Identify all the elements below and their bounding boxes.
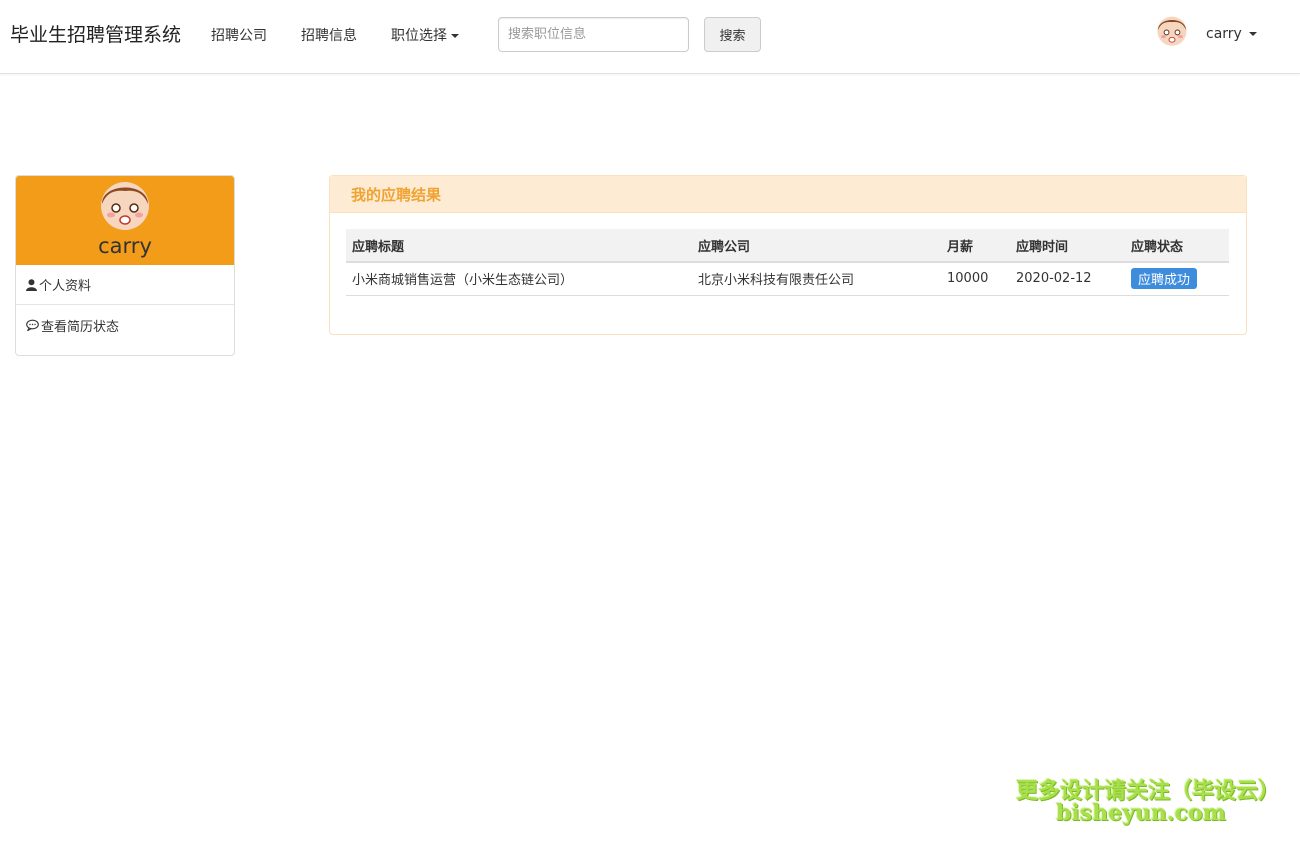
nav-link-job-info[interactable]: 招聘信息 <box>301 25 357 45</box>
nav-link-companies[interactable]: 招聘公司 <box>211 25 267 45</box>
column-header-title: 应聘标题 <box>346 229 692 263</box>
watermark-url: bisheyun.com <box>1056 800 1226 826</box>
results-table: 应聘标题 应聘公司 月薪 应聘时间 应聘状态 小米商城销售运营（小米生态链公司）… <box>346 229 1229 296</box>
avatar[interactable] <box>1155 13 1189 47</box>
caret-down-icon <box>1248 32 1257 36</box>
cell-date: 2020-02-12 <box>1010 262 1125 296</box>
column-header-salary: 月薪 <box>941 229 1010 263</box>
user-sidebar: carry 个人资料 查看简历状态 <box>15 175 235 356</box>
avatar <box>101 182 149 230</box>
user-icon <box>26 278 37 291</box>
sidebar-item-label: 个人资料 <box>39 279 92 294</box>
sidebar-user-name: carry <box>98 234 152 258</box>
top-navbar: 毕业生招聘管理系统 招聘公司 招聘信息 职位选择 搜索 carry <box>0 0 1300 74</box>
results-panel: 我的应聘结果 应聘标题 应聘公司 月薪 应聘时间 应聘状态 小米商城销售运营（小… <box>329 175 1247 335</box>
sidebar-item-resume-status[interactable]: 查看简历状态 <box>16 305 234 345</box>
sidebar-header: carry <box>16 176 234 265</box>
sidebar-item-profile[interactable]: 个人资料 <box>16 265 234 305</box>
comment-icon <box>26 319 39 331</box>
search-input[interactable] <box>498 17 689 52</box>
cell-salary: 10000 <box>941 262 1010 296</box>
user-menu-toggle[interactable]: carry <box>1206 26 1257 42</box>
column-header-company: 应聘公司 <box>692 229 941 263</box>
caret-down-icon <box>451 34 459 38</box>
panel-title: 我的应聘结果 <box>330 176 1246 213</box>
brand-title[interactable]: 毕业生招聘管理系统 <box>10 20 181 47</box>
cell-status: 应聘成功 <box>1125 262 1229 296</box>
user-menu-name: carry <box>1206 26 1242 42</box>
column-header-status: 应聘状态 <box>1125 229 1229 263</box>
cell-job-title: 小米商城销售运营（小米生态链公司） <box>346 262 692 296</box>
cell-company: 北京小米科技有限责任公司 <box>692 262 941 296</box>
sidebar-item-label: 查看简历状态 <box>41 319 120 335</box>
nav-dropdown-position[interactable]: 职位选择 <box>391 25 459 45</box>
table-header-row: 应聘标题 应聘公司 月薪 应聘时间 应聘状态 <box>346 229 1229 263</box>
table-row: 小米商城销售运营（小米生态链公司） 北京小米科技有限责任公司 10000 202… <box>346 262 1229 296</box>
nav-dropdown-label: 职位选择 <box>391 28 447 44</box>
search-button[interactable]: 搜索 <box>704 17 761 52</box>
status-badge: 应聘成功 <box>1131 268 1198 290</box>
column-header-date: 应聘时间 <box>1010 229 1125 263</box>
